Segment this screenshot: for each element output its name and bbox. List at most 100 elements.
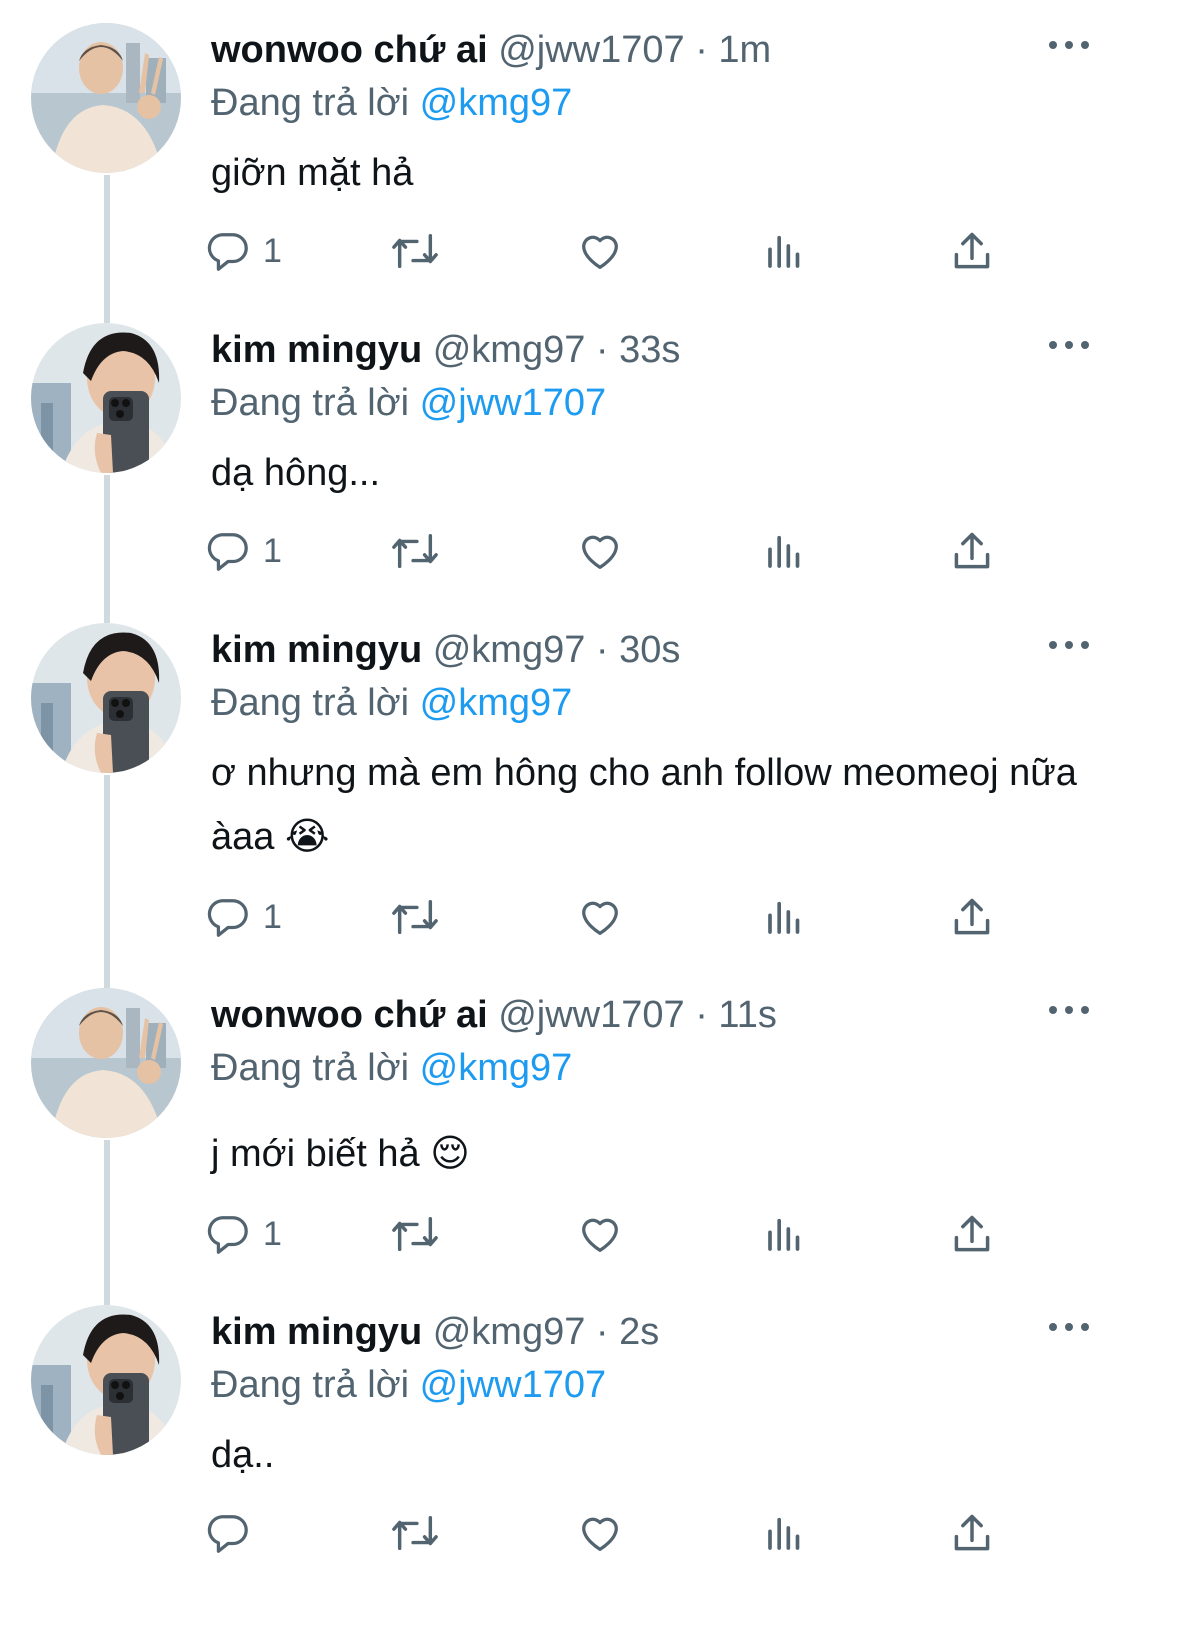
handle[interactable]: @kmg97 <box>433 329 586 371</box>
reply-button[interactable] <box>205 1503 263 1563</box>
retweet-button[interactable] <box>387 521 443 581</box>
reply-icon <box>207 233 248 271</box>
handle[interactable]: @jww1707 <box>498 994 684 1036</box>
like-button[interactable] <box>577 887 623 947</box>
avatar[interactable] <box>31 1305 181 1455</box>
tweet[interactable]: kim mingyu @kmg97 · 33s Đang trả lời @jw… <box>0 323 1179 613</box>
like-button[interactable] <box>577 1503 623 1563</box>
reply-count: 1 <box>263 897 282 936</box>
like-button[interactable] <box>577 221 623 281</box>
separator-dot: · <box>695 994 708 1036</box>
retweet-icon <box>392 233 438 269</box>
thread: wonwoo chứ ai @jww1707 · 1m Đang trả lời… <box>0 0 1179 1631</box>
mention-link[interactable]: @jww1707 <box>420 1364 606 1406</box>
retweet-icon <box>392 1515 438 1551</box>
replying-prefix: Đang trả lời <box>211 682 410 724</box>
reply-count: 1 <box>263 1214 282 1253</box>
tweet-header: wonwoo chứ ai @jww1707 · 11s <box>211 988 1139 1042</box>
display-name[interactable]: kim mingyu <box>211 329 422 371</box>
tweet-actions: 1 <box>205 221 1105 281</box>
tweet[interactable]: wonwoo chứ ai @jww1707 · 1m Đang trả lời… <box>0 23 1179 313</box>
views-button[interactable] <box>765 887 805 947</box>
separator-dot: · <box>595 1311 609 1353</box>
reply-button[interactable]: 1 <box>205 1204 282 1264</box>
tweet-content: kim mingyu @kmg97 · 33s Đang trả lời @jw… <box>211 323 1139 505</box>
separator-dot: · <box>595 629 609 671</box>
more-icon[interactable] <box>1049 25 1089 65</box>
tweet-actions: 1 <box>205 521 1105 581</box>
more-icon[interactable] <box>1049 990 1089 1030</box>
display-name[interactable]: wonwoo chứ ai <box>211 994 488 1036</box>
views-button[interactable] <box>765 1503 805 1563</box>
views-button[interactable] <box>765 1204 805 1264</box>
tweet[interactable]: wonwoo chứ ai @jww1707 · 11s Đang trả lờ… <box>0 988 1179 1295</box>
views-icon <box>768 901 800 934</box>
mention-link[interactable]: @jww1707 <box>420 382 606 424</box>
views-button[interactable] <box>765 221 805 281</box>
separator-dot: · <box>595 329 609 371</box>
share-button[interactable] <box>950 887 994 947</box>
tweet-content: kim mingyu @kmg97 · 2s Đang trả lời @jww… <box>211 1305 1139 1487</box>
more-icon[interactable] <box>1049 625 1089 665</box>
reply-button[interactable]: 1 <box>205 887 282 947</box>
replying-to: Đang trả lời @jww1707 <box>211 377 1139 429</box>
tweet-actions <box>205 1503 1105 1563</box>
retweet-button[interactable] <box>387 1503 443 1563</box>
share-button[interactable] <box>950 1503 994 1563</box>
retweet-button[interactable] <box>387 221 443 281</box>
reply-button[interactable]: 1 <box>205 521 282 581</box>
views-icon <box>768 1218 800 1251</box>
replying-to: Đang trả lời @kmg97 <box>211 1042 1139 1094</box>
replying-prefix: Đang trả lời <box>211 1364 410 1406</box>
views-button[interactable] <box>765 521 805 581</box>
mention-link[interactable]: @kmg97 <box>420 82 573 124</box>
timestamp[interactable]: 11s <box>718 994 776 1036</box>
avatar[interactable] <box>31 23 181 173</box>
more-icon[interactable] <box>1049 1307 1089 1347</box>
retweet-button[interactable] <box>387 887 443 947</box>
like-button[interactable] <box>577 521 623 581</box>
tweet-text: dạ hông... <box>211 452 381 494</box>
share-icon <box>954 232 990 269</box>
retweet-icon <box>392 1216 438 1252</box>
reply-icon <box>207 533 248 571</box>
replying-to: Đang trả lời @jww1707 <box>211 1359 1139 1411</box>
tweet-content: wonwoo chứ ai @jww1707 · 11s Đang trả lờ… <box>211 988 1139 1186</box>
more-icon[interactable] <box>1049 325 1089 365</box>
avatar[interactable] <box>31 323 181 473</box>
tweet-header: wonwoo chứ ai @jww1707 · 1m <box>211 23 1139 77</box>
avatar[interactable] <box>31 988 181 1138</box>
tweet[interactable]: kim mingyu @kmg97 · 2s Đang trả lời @jww… <box>0 1305 1179 1631</box>
timestamp[interactable]: 30s <box>619 629 680 671</box>
handle[interactable]: @kmg97 <box>433 1311 586 1353</box>
like-icon <box>582 1218 618 1252</box>
tweet-content: wonwoo chứ ai @jww1707 · 1m Đang trả lời… <box>211 23 1139 205</box>
reply-icon <box>207 899 248 937</box>
like-button[interactable] <box>577 1204 623 1264</box>
mention-link[interactable]: @kmg97 <box>420 682 573 724</box>
tweet-text: dạ.. <box>211 1434 275 1476</box>
share-button[interactable] <box>950 521 994 581</box>
display-name[interactable]: kim mingyu <box>211 1311 422 1353</box>
timestamp[interactable]: 1m <box>718 29 771 71</box>
share-button[interactable] <box>950 1204 994 1264</box>
reply-button[interactable]: 1 <box>205 221 282 281</box>
timestamp[interactable]: 2s <box>619 1311 659 1353</box>
mention-link[interactable]: @kmg97 <box>420 1047 573 1089</box>
display-name[interactable]: kim mingyu <box>211 629 422 671</box>
reply-count: 1 <box>263 531 282 570</box>
retweet-button[interactable] <box>387 1204 443 1264</box>
share-button[interactable] <box>950 221 994 281</box>
timestamp[interactable]: 33s <box>619 329 680 371</box>
views-icon <box>768 235 800 268</box>
handle[interactable]: @jww1707 <box>498 29 684 71</box>
like-icon <box>582 535 618 569</box>
share-icon <box>954 898 990 935</box>
avatar[interactable] <box>31 623 181 773</box>
tweet[interactable]: kim mingyu @kmg97 · 30s Đang trả lời @km… <box>0 623 1179 978</box>
tweet-header: kim mingyu @kmg97 · 30s <box>211 623 1139 677</box>
views-icon <box>768 535 800 568</box>
display-name[interactable]: wonwoo chứ ai <box>211 29 488 71</box>
handle[interactable]: @kmg97 <box>433 629 586 671</box>
tweet-content: kim mingyu @kmg97 · 30s Đang trả lời @km… <box>211 623 1139 869</box>
